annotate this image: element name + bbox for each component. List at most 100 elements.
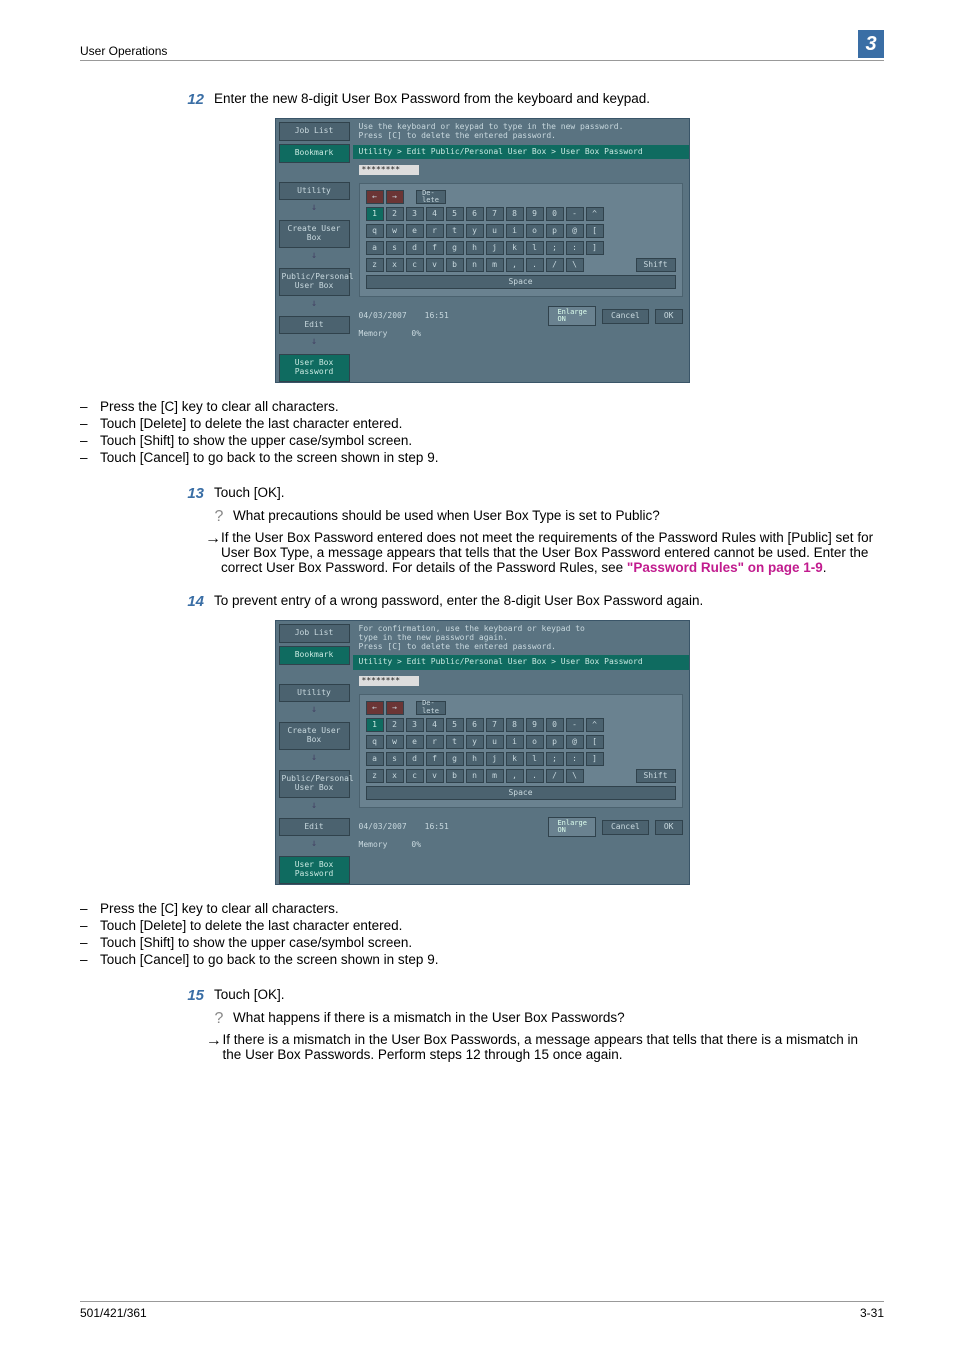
key[interactable]: y xyxy=(466,224,484,238)
key-delete[interactable]: De- lete xyxy=(416,190,446,204)
side-public-personal[interactable]: Public/Personal User Box xyxy=(279,770,350,798)
key-arrow-left-icon[interactable]: ← xyxy=(366,190,384,204)
side-create-user-box[interactable]: Create User Box xyxy=(279,722,350,750)
key[interactable]: z xyxy=(366,258,384,272)
key[interactable]: i xyxy=(506,735,524,749)
cancel-button[interactable]: Cancel xyxy=(602,309,649,324)
key[interactable]: @ xyxy=(566,224,584,238)
key[interactable]: f xyxy=(426,752,444,766)
key[interactable]: u xyxy=(486,224,504,238)
side-user-box-password[interactable]: User Box Password xyxy=(279,354,350,382)
key-space[interactable]: Space xyxy=(366,786,676,800)
key[interactable]: ^ xyxy=(586,718,604,732)
side-job-list[interactable]: Job List xyxy=(279,122,350,141)
key[interactable]: r xyxy=(426,735,444,749)
password-field[interactable]: ******** xyxy=(359,676,419,686)
key[interactable]: t xyxy=(446,735,464,749)
key[interactable]: 7 xyxy=(486,718,504,732)
key[interactable]: h xyxy=(466,752,484,766)
key[interactable]: z xyxy=(366,769,384,783)
key[interactable]: 0 xyxy=(546,207,564,221)
key[interactable]: \ xyxy=(566,769,584,783)
key[interactable]: . xyxy=(526,258,544,272)
key-delete[interactable]: De- lete xyxy=(416,701,446,715)
key[interactable]: a xyxy=(366,241,384,255)
key[interactable]: / xyxy=(546,769,564,783)
key[interactable]: h xyxy=(466,241,484,255)
side-utility[interactable]: Utility xyxy=(279,182,350,201)
key[interactable]: [ xyxy=(586,224,604,238)
key[interactable]: y xyxy=(466,735,484,749)
key-arrow-right-icon[interactable]: → xyxy=(386,190,404,204)
key[interactable]: 6 xyxy=(466,718,484,732)
key[interactable]: k xyxy=(506,241,524,255)
key[interactable]: : xyxy=(566,752,584,766)
key[interactable]: x xyxy=(386,258,404,272)
key[interactable]: r xyxy=(426,224,444,238)
key[interactable]: 4 xyxy=(426,718,444,732)
key[interactable]: w xyxy=(386,224,404,238)
key[interactable]: 7 xyxy=(486,207,504,221)
key[interactable]: o xyxy=(526,735,544,749)
key[interactable]: w xyxy=(386,735,404,749)
key[interactable]: ^ xyxy=(586,207,604,221)
key[interactable]: 4 xyxy=(426,207,444,221)
key-shift[interactable]: Shift xyxy=(636,769,676,783)
side-create-user-box[interactable]: Create User Box xyxy=(279,220,350,248)
password-field[interactable]: ******** xyxy=(359,165,419,175)
key[interactable]: 1 xyxy=(366,718,384,732)
key[interactable]: @ xyxy=(566,735,584,749)
key[interactable]: n xyxy=(466,769,484,783)
ok-button[interactable]: OK xyxy=(655,309,683,324)
key[interactable]: ; xyxy=(546,241,564,255)
side-utility[interactable]: Utility xyxy=(279,684,350,703)
key[interactable]: 5 xyxy=(446,207,464,221)
key[interactable]: , xyxy=(506,258,524,272)
key[interactable]: f xyxy=(426,241,444,255)
key[interactable]: v xyxy=(426,258,444,272)
key[interactable]: . xyxy=(526,769,544,783)
side-edit[interactable]: Edit xyxy=(279,818,350,837)
key[interactable]: s xyxy=(386,241,404,255)
key[interactable]: q xyxy=(366,224,384,238)
key[interactable]: e xyxy=(406,224,424,238)
key[interactable]: l xyxy=(526,752,544,766)
key[interactable]: e xyxy=(406,735,424,749)
key[interactable]: m xyxy=(486,258,504,272)
side-user-box-password[interactable]: User Box Password xyxy=(279,856,350,884)
key[interactable]: 3 xyxy=(406,718,424,732)
key[interactable]: i xyxy=(506,224,524,238)
key[interactable]: 8 xyxy=(506,718,524,732)
key[interactable]: j xyxy=(486,752,504,766)
key[interactable]: s xyxy=(386,752,404,766)
key[interactable]: p xyxy=(546,224,564,238)
key[interactable]: ] xyxy=(586,241,604,255)
key[interactable]: j xyxy=(486,241,504,255)
key[interactable]: p xyxy=(546,735,564,749)
key[interactable]: - xyxy=(566,207,584,221)
key[interactable]: k xyxy=(506,752,524,766)
key[interactable]: g xyxy=(446,752,464,766)
key[interactable]: [ xyxy=(586,735,604,749)
key[interactable]: : xyxy=(566,241,584,255)
password-rules-link[interactable]: "Password Rules" on page 1-9 xyxy=(627,560,823,575)
key[interactable]: 8 xyxy=(506,207,524,221)
enlarge-button[interactable]: Enlarge ON xyxy=(548,817,596,837)
side-bookmark[interactable]: Bookmark xyxy=(279,646,350,665)
key[interactable]: 2 xyxy=(386,207,404,221)
key-arrow-right-icon[interactable]: → xyxy=(386,701,404,715)
key[interactable]: g xyxy=(446,241,464,255)
key[interactable]: a xyxy=(366,752,384,766)
key[interactable]: 1 xyxy=(366,207,384,221)
key[interactable]: / xyxy=(546,258,564,272)
key[interactable]: d xyxy=(406,241,424,255)
key[interactable]: c xyxy=(406,769,424,783)
key[interactable]: b xyxy=(446,769,464,783)
key[interactable]: b xyxy=(446,258,464,272)
key[interactable]: c xyxy=(406,258,424,272)
key[interactable]: 9 xyxy=(526,207,544,221)
key[interactable]: m xyxy=(486,769,504,783)
enlarge-button[interactable]: Enlarge ON xyxy=(548,306,596,326)
key[interactable]: o xyxy=(526,224,544,238)
key[interactable]: 2 xyxy=(386,718,404,732)
